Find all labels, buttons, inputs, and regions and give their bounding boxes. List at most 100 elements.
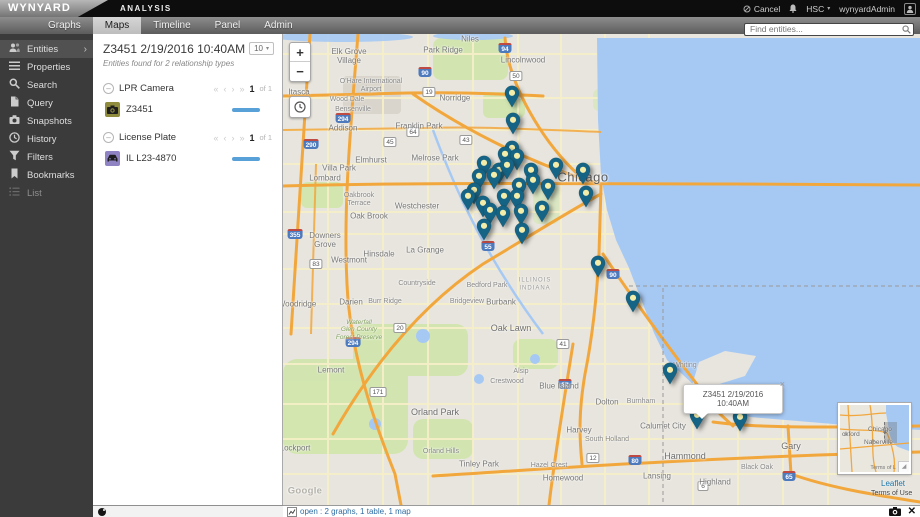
entity-item-label: IL L23-4870 [126,153,176,164]
map-pin[interactable] [548,157,564,180]
entities-icon [9,42,20,56]
entity-item[interactable]: Z3451 [105,102,274,117]
sidebar-item-label: Properties [27,62,70,73]
sidebar-item-snapshots[interactable]: Snapshots [0,112,93,130]
sidebar-item-list[interactable]: List [0,184,93,202]
search-input[interactable] [744,23,914,36]
pager-last-icon[interactable]: » [239,84,244,94]
close-map-button[interactable]: ✕ [908,507,916,517]
collapse-group-button[interactable]: – [103,83,114,94]
map-pin[interactable] [514,222,530,245]
sidebar-item-bookmarks[interactable]: Bookmarks [0,166,93,184]
leaflet-attribution-link[interactable]: Leaflet [881,479,905,488]
page-size-dropdown[interactable]: 10 ▾ [249,42,274,55]
sidebar-item-label: Filters [27,152,53,163]
user-menu[interactable]: wynyardAdmin [839,4,895,14]
collapse-group-button[interactable]: – [103,132,114,143]
map-pin[interactable] [534,200,550,223]
pager-first-icon[interactable]: « [213,84,218,94]
overview-minimap[interactable]: ckfordChicagoNaperville Terms of L ◢ [838,403,911,474]
zoom-out-button[interactable]: − [290,62,310,81]
user-avatar-button[interactable] [904,3,916,15]
time-control-button[interactable] [289,96,311,118]
group-name: LPR Camera [119,83,174,94]
map-pin[interactable] [625,290,641,313]
chevron-down-icon: ▾ [827,5,830,12]
camera-icon [105,102,120,117]
entity-groups: –LPR Camera«‹›»1of 1Z3451–License Plate«… [103,83,274,166]
map-canvas[interactable]: 9029429029494905557806535519456443502083… [283,34,920,505]
close-icon[interactable]: × [780,379,785,389]
cancel-icon [743,5,751,13]
map-pin[interactable] [578,185,594,208]
terms-of-use-link[interactable]: Terms of Use [871,490,912,497]
list-icon [9,186,20,200]
map-pin[interactable] [662,362,678,385]
map-popup: Z3451 2/19/2016 10:40AM × [683,384,783,414]
open-views-link[interactable]: open : 2 graphs, 1 table, 1 map [300,507,411,516]
org-selector[interactable]: HSC ▾ [806,4,830,14]
chevron-right-icon: › [84,44,87,55]
pager-next-icon[interactable]: › [231,84,234,94]
top-bar: WYNYARD ANALYSIS Cancel HSC ▾ wynyardAdm… [0,0,920,17]
sidebar-item-filters[interactable]: Filters [0,148,93,166]
search-icon[interactable] [902,21,911,39]
tag-icon[interactable] [98,508,106,516]
map-pin[interactable] [525,172,541,195]
sidebar-item-label: List [27,188,42,199]
status-bar-map-segment: open : 2 graphs, 1 table, 1 map ✕ [283,505,920,517]
pager-prev-icon[interactable]: ‹ [223,133,226,143]
map-pin[interactable] [495,205,511,228]
entity-strength-bar [232,157,260,161]
minimap-viewport[interactable] [884,422,897,443]
snapshot-camera-button[interactable] [889,507,901,516]
tab-graphs[interactable]: Graphs [36,17,93,34]
app-window: WYNYARD ANALYSIS Cancel HSC ▾ wynyardAdm… [0,0,920,517]
minimap-toggle-icon[interactable]: ◢ [898,461,909,472]
status-bar-sidebar-segment [0,505,93,517]
sidebar-item-properties[interactable]: Properties [0,58,93,76]
group-pager: «‹›»1of 1 [213,84,274,94]
zoom-in-button[interactable]: + [290,43,310,62]
map-pin[interactable] [540,178,556,201]
group-header: –License Plate«‹›»1of 1 [103,132,274,143]
properties-icon [9,60,20,74]
entity-item[interactable]: IL L23-4870 [105,151,274,166]
panel-title: Z3451 2/19/2016 10:40AM [103,42,245,56]
notifications-button[interactable] [789,4,797,13]
tab-admin[interactable]: Admin [252,17,304,34]
sidebar-item-history[interactable]: History [0,130,93,148]
sidebar-item-label: Entities [27,44,58,55]
tab-panel[interactable]: Panel [203,17,253,34]
car-icon [105,151,120,166]
sidebar-item-query[interactable]: Query [0,94,93,112]
pager-last-icon[interactable]: » [239,133,244,143]
tab-maps[interactable]: Maps [93,17,141,34]
sidebar-item-label: Bookmarks [27,170,75,181]
person-icon [906,5,914,13]
map-pin[interactable] [504,85,520,108]
sidebar: Entities › Properties Search QuerySnapshotsH… [0,34,93,505]
tab-timeline[interactable]: Timeline [141,17,202,34]
sidebar-item-label: Search [27,80,57,91]
sidebar-item-entities[interactable]: Entities › [0,40,93,58]
map-pin[interactable] [575,162,591,185]
filters-icon [9,150,20,164]
snapshots-icon [9,114,20,128]
map-pin[interactable] [476,218,492,241]
brand-name: WYNYARD [8,2,71,14]
map-pin[interactable] [486,167,502,190]
pager-first-icon[interactable]: « [213,133,218,143]
cancel-button[interactable]: Cancel [743,4,780,14]
pager-next-icon[interactable]: › [231,133,234,143]
sidebar-item-search[interactable]: Search [0,76,93,94]
status-bar: open : 2 graphs, 1 table, 1 map ✕ [0,505,920,517]
map-pin[interactable] [590,255,606,278]
map-pin[interactable] [460,188,476,211]
map-pin[interactable] [505,112,521,135]
search-icon [9,78,20,92]
pager-prev-icon[interactable]: ‹ [223,84,226,94]
entity-strength-bar [232,108,260,112]
pager-page: 1 [249,84,254,94]
entity-group: –License Plate«‹›»1of 1IL L23-4870 [103,132,274,166]
